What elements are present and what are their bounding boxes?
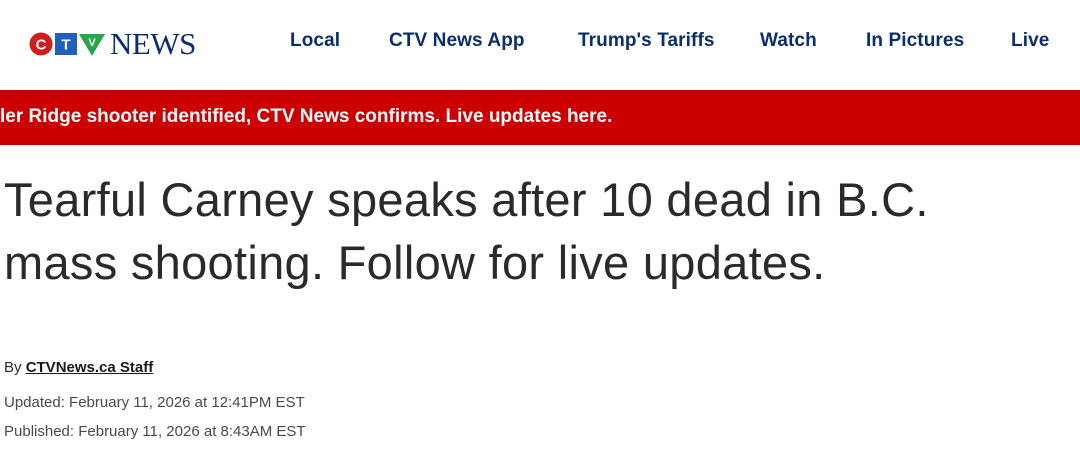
breaking-news-banner[interactable]: ler Ridge shooter identified, CTV News c…	[0, 90, 1080, 145]
breaking-news-text[interactable]: ler Ridge shooter identified, CTV News c…	[0, 106, 612, 128]
nav-item-live[interactable]: Live	[1011, 30, 1049, 52]
updated-timestamp: Updated: February 11, 2026 at 12:41PM ES…	[4, 394, 305, 411]
published-timestamp: Published: February 11, 2026 at 8:43AM E…	[4, 423, 306, 440]
article-headline: Tearful Carney speaks after 10 dead in B…	[4, 173, 929, 289]
byline: By CTVNews.ca Staff	[4, 359, 153, 376]
nav-item-local[interactable]: Local	[290, 30, 340, 52]
logo-wordmark: NEWS	[110, 26, 196, 61]
author-link[interactable]: CTVNews.ca Staff	[26, 359, 154, 376]
nav-item-trumps-tariffs[interactable]: Trump's Tariffs	[578, 30, 715, 52]
nav-item-ctv-news-app[interactable]: CTV News App	[389, 30, 525, 52]
byline-prefix: By	[4, 359, 22, 376]
ctv-logo-mark: C T V	[29, 32, 105, 56]
nav-item-in-pictures[interactable]: In Pictures	[866, 30, 964, 52]
logo-letter-v: V	[88, 37, 96, 49]
nav-item-watch[interactable]: Watch	[760, 30, 817, 52]
logo-letter-c: C	[36, 37, 47, 54]
logo-letter-t: T	[61, 37, 70, 54]
ctv-news-logo[interactable]: C T V NEWS	[28, 28, 196, 60]
site-header: C T V NEWS Local CTV News App Trump's Ta…	[0, 0, 1080, 90]
